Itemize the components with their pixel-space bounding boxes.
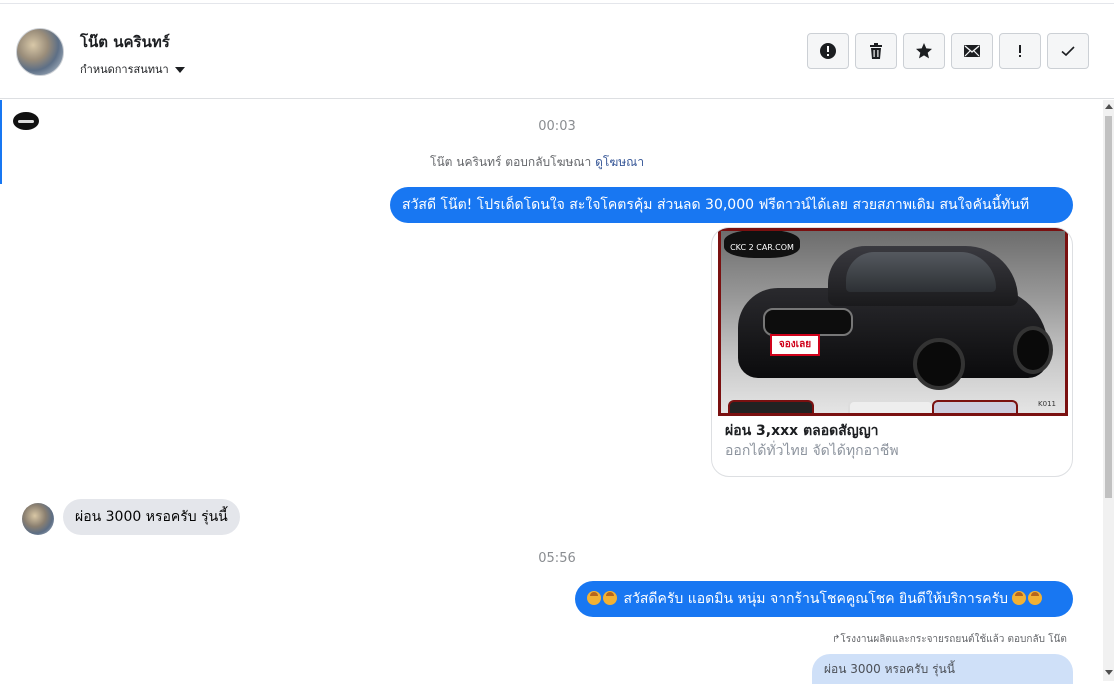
ad-reply-note: โน๊ต นครินทร์ ตอบกลับโฆษณา ดูโฆษณา: [430, 153, 644, 172]
outgoing-message: สวัสดี โน๊ต! โปรเด็ดโดนใจ สะใจโคตรคุ้ม ส…: [390, 187, 1073, 223]
scrollbar-thumb[interactable]: [1105, 116, 1112, 498]
top-divider: [0, 3, 1114, 4]
scroll-up-arrow-icon[interactable]: [1105, 104, 1113, 109]
timestamp: 00:03: [538, 119, 576, 134]
conversation-schedule-label: กำหนดการสนทนา: [80, 63, 169, 76]
face-emoji-icon: [1012, 591, 1027, 605]
ad-card-subtitle: ออกได้ทั่วไทย จัดได้ทุกอาชีพ: [725, 443, 899, 459]
ad-card[interactable]: CKC 2 CAR.COM จองเลย K011 ผ่อน 3,xxx ตลอ…: [711, 227, 1073, 477]
contact-avatar[interactable]: [16, 28, 64, 76]
reply-context-note: ↱โรงงานผลิตและกระจายรถยนต์ใช้แล้ว ตอบกลั…: [832, 632, 1067, 647]
reply-context-text: โรงงานผลิตและกระจายรถยนต์ใช้แล้ว ตอบกลับ…: [840, 634, 1067, 645]
face-emoji-icon: [587, 591, 601, 605]
quoted-message: ผ่อน 3000 หรอครับ รุ่นนี้: [812, 654, 1073, 684]
envelope-icon: [964, 45, 980, 57]
star-icon: [916, 43, 932, 59]
greeting-text: สวัสดีครับ แอดมิน หนุ่ม จากร้านโชคคูณโชค…: [623, 591, 1009, 607]
incoming-message: ผ่อน 3000 หรอครับ รุ่นนี้: [63, 499, 240, 535]
message-scrollbar[interactable]: [1103, 100, 1114, 681]
exclamation-icon: [1019, 45, 1021, 57]
face-emoji-icon: [603, 591, 617, 605]
trash-icon: [870, 43, 882, 59]
contact-avatar-small: [22, 503, 54, 535]
selected-thread-indicator: [0, 100, 2, 184]
view-ad-link[interactable]: ดูโฆษณา: [595, 155, 644, 169]
timestamp: 05:56: [538, 551, 576, 566]
done-button[interactable]: [1047, 33, 1089, 69]
face-emoji-icon: [1028, 591, 1043, 605]
mark-unread-button[interactable]: [951, 33, 993, 69]
contact-name[interactable]: โน๊ต นครินทร์: [80, 30, 170, 54]
scroll-down-arrow-icon[interactable]: [1105, 670, 1113, 675]
spam-button[interactable]: [807, 33, 849, 69]
outgoing-message-greeting: สวัสดีครับ แอดมิน หนุ่ม จากร้านโชคคูณโชค…: [575, 581, 1073, 617]
conversation-schedule-dropdown[interactable]: กำหนดการสนทนา: [80, 60, 185, 78]
check-icon: [1061, 46, 1075, 57]
star-button[interactable]: [903, 33, 945, 69]
conversation-toolbar: [807, 33, 1089, 69]
alert-circle-icon: [820, 43, 836, 59]
delete-button[interactable]: [855, 33, 897, 69]
ad-card-image: CKC 2 CAR.COM จองเลย K011: [718, 228, 1068, 416]
caret-down-icon: [174, 67, 185, 73]
ad-reply-text: โน๊ต นครินทร์ ตอบกลับโฆษณา: [430, 155, 592, 169]
conversation-header: โน๊ต นครินทร์ กำหนดการสนทนา: [0, 0, 1114, 99]
ad-card-title: ผ่อน 3,xxx ตลอดสัญญา: [725, 423, 879, 439]
follow-up-button[interactable]: [999, 33, 1041, 69]
